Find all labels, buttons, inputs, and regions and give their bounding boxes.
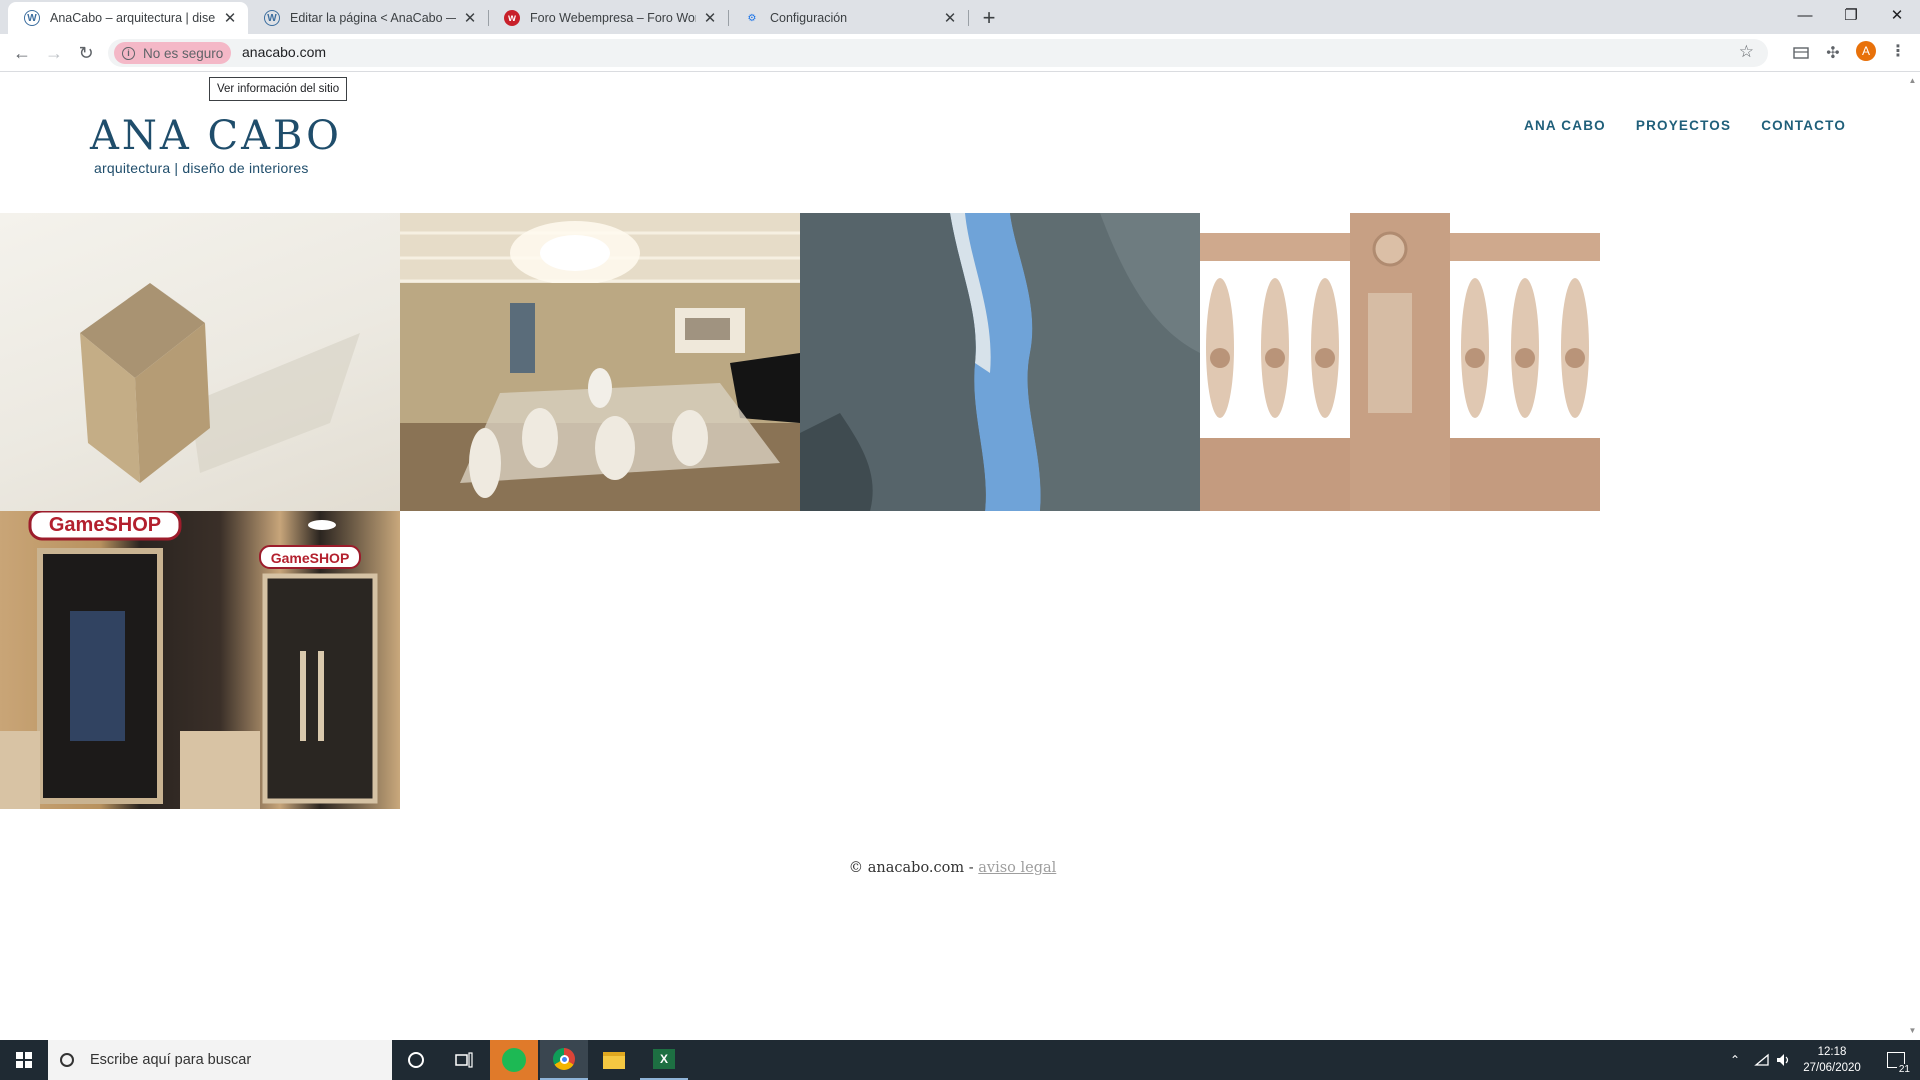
extension-icon[interactable] — [1790, 42, 1812, 64]
window-close-button[interactable]: ✕ — [1874, 0, 1920, 30]
wordpress-icon: W — [264, 10, 280, 26]
search-icon — [60, 1053, 74, 1067]
bookmark-star-icon[interactable]: ☆ — [1739, 42, 1754, 62]
network-icon[interactable] — [1754, 1040, 1770, 1080]
taskbar-clock[interactable]: 12:18 27/06/2020 — [1796, 1044, 1868, 1076]
security-label: No es seguro — [143, 45, 224, 61]
puzzle-icon[interactable]: ✣ — [1822, 42, 1844, 64]
nav-proyectos[interactable]: PROYECTOS — [1636, 118, 1731, 133]
tab-title: Configuración — [770, 11, 848, 25]
nav-contacto[interactable]: CONTACTO — [1761, 118, 1846, 133]
gallery-item-interior[interactable] — [400, 213, 800, 511]
tab-close-icon[interactable]: ✕ — [702, 10, 718, 27]
tab-configuracion[interactable]: ⚙ Configuración ✕ — [728, 2, 968, 34]
windows-taskbar: Escribe aquí para buscar X ⌃ 12:18 27/06… — [0, 1040, 1920, 1080]
nav-ana-cabo[interactable]: ANA CABO — [1524, 118, 1606, 133]
wordpress-icon: W — [24, 10, 40, 26]
aviso-legal-link[interactable]: aviso legal — [978, 860, 1056, 876]
tab-close-icon[interactable]: ✕ — [462, 10, 478, 27]
tray-chevron-icon[interactable]: ⌃ — [1730, 1040, 1740, 1080]
gear-icon: ⚙ — [747, 12, 757, 24]
notification-count: 21 — [1896, 1064, 1912, 1075]
task-view-icon[interactable] — [440, 1040, 488, 1080]
tab-title: Foro Webempresa – Foro WordP — [530, 11, 696, 25]
tab-foro-webempresa[interactable]: w Foro Webempresa – Foro WordP ✕ — [488, 2, 728, 34]
gameshop-sign-text-small: GameSHOP — [271, 550, 350, 566]
page-scrollbar[interactable]: ▲ ▼ — [1905, 72, 1920, 1040]
site-info-chip[interactable]: i No es seguro — [114, 42, 232, 64]
spotify-icon[interactable] — [490, 1040, 538, 1080]
windows-start-icon[interactable] — [0, 1040, 48, 1080]
browser-toolbar: ← → ↻ i No es seguro anacabo.com ☆ ✣ — [0, 34, 1920, 72]
address-bar[interactable]: i No es seguro anacabo.com ☆ — [108, 39, 1768, 67]
gameshop-sign-text: GameSHOP — [49, 514, 161, 536]
clock-time: 12:18 — [1817, 1046, 1847, 1058]
browser-menu-icon[interactable]: ⋮ — [1888, 40, 1908, 62]
tab-editar-pagina[interactable]: W Editar la página < AnaCabo — W ✕ — [248, 2, 488, 34]
back-button[interactable]: ← — [8, 39, 36, 67]
taskbar-search-placeholder: Escribe aquí para buscar — [90, 1052, 252, 1068]
tab-close-icon[interactable]: ✕ — [222, 10, 238, 27]
excel-icon[interactable]: X — [640, 1040, 688, 1080]
minimize-button[interactable]: — — [1782, 0, 1828, 30]
tab-close-icon[interactable]: ✕ — [942, 10, 958, 27]
gallery-item-curved-walls[interactable] — [800, 213, 1200, 511]
clock-date: 27/06/2020 — [1803, 1062, 1861, 1074]
reload-button[interactable]: ↻ — [72, 39, 100, 67]
forward-button[interactable]: → — [40, 39, 68, 67]
logo-main-text: ANA CABO — [90, 113, 342, 159]
cortana-icon[interactable] — [392, 1040, 440, 1080]
tab-separator — [968, 10, 969, 26]
scroll-up-icon[interactable]: ▲ — [1908, 76, 1917, 85]
logo-subtitle: arquitectura | diseño de interiores — [94, 160, 309, 176]
main-nav: ANA CABO PROYECTOS CONTACTO — [1524, 118, 1846, 133]
gallery-item-gameshop[interactable]: GameSHOP GameSHOP — [0, 511, 400, 809]
browser-tabstrip: W AnaCabo – arquitectura | diseño ✕ W Ed… — [0, 0, 1920, 34]
restore-button[interactable]: ❐ — [1828, 0, 1874, 30]
chrome-icon[interactable] — [540, 1040, 588, 1080]
webempresa-icon: w — [504, 10, 520, 26]
site-logo[interactable]: ANA CABO arquitectura | diseño de interi… — [90, 114, 342, 176]
site-info-tooltip: Ver información del sitio — [209, 77, 348, 101]
tab-anacabo[interactable]: W AnaCabo – arquitectura | diseño ✕ — [8, 2, 248, 34]
volume-icon[interactable] — [1776, 1040, 1792, 1080]
file-explorer-icon[interactable] — [590, 1040, 638, 1080]
info-icon: i — [122, 46, 135, 60]
url-text[interactable]: anacabo.com — [242, 44, 326, 60]
gallery-item-balustrade[interactable] — [1200, 213, 1600, 511]
new-tab-button[interactable]: + — [975, 4, 1003, 32]
site-footer: © anacabo.com - aviso legal — [0, 860, 1905, 876]
tab-title: AnaCabo – arquitectura | diseño — [50, 11, 216, 25]
notifications-icon[interactable]: 21 — [1880, 1040, 1912, 1080]
gallery-item-wooden-cube[interactable] — [0, 213, 400, 511]
profile-avatar[interactable]: A — [1856, 41, 1876, 61]
taskbar-search[interactable]: Escribe aquí para buscar — [48, 1040, 392, 1080]
page-viewport: ANA CABO arquitectura | diseño de interi… — [0, 72, 1905, 1040]
scroll-down-icon[interactable]: ▼ — [1908, 1026, 1917, 1035]
tab-title: Editar la página < AnaCabo — W — [290, 11, 456, 25]
footer-copyright: © anacabo.com - — [848, 860, 979, 876]
